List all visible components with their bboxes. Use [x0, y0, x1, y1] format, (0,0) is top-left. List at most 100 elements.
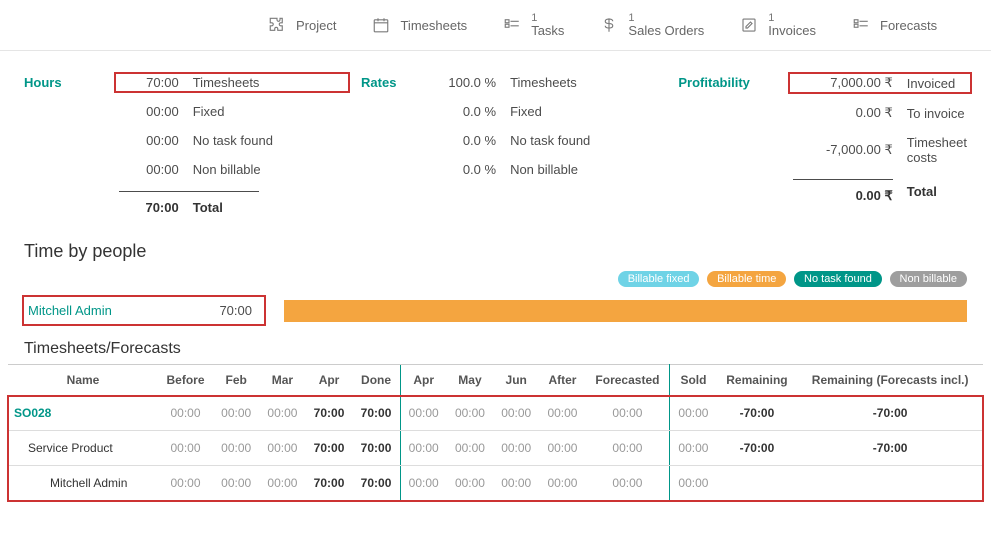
profit-toinvoice-value: 0.00 ₹ — [793, 105, 893, 121]
cell-feb: 00:00 — [213, 466, 259, 501]
hours-fixed-label: Fixed — [193, 104, 225, 119]
rates-nonbill-value: 0.0 % — [436, 162, 496, 177]
cell-before: 00:00 — [158, 431, 213, 466]
nav-tasks[interactable]: 1 Tasks — [485, 8, 582, 42]
rates-values-col: 100.0 % Timesheets 0.0 % Fixed 0.0 % No … — [436, 75, 662, 215]
cell-jun: 00:00 — [493, 466, 539, 501]
th-done: Done — [353, 365, 401, 396]
legend-billable-time[interactable]: Billable time — [707, 271, 786, 287]
profit-total-label: Total — [907, 184, 937, 199]
th-before: Before — [158, 365, 213, 396]
nav-tasks-label: Tasks — [531, 24, 564, 38]
nav-invoices[interactable]: 1 Invoices — [722, 8, 834, 42]
cell-after: 00:00 — [539, 466, 585, 501]
cell-forecasted: 00:00 — [586, 396, 670, 431]
cell-remaining: -70:00 — [717, 431, 798, 466]
cell-mar: 00:00 — [259, 431, 305, 466]
profit-invoiced-value: 7,000.00 ₹ — [793, 75, 893, 91]
hours-total-label: Total — [193, 200, 223, 215]
nav-forecasts[interactable]: Forecasts — [834, 12, 955, 38]
profit-tscosts-value: -7,000.00 ₹ — [793, 142, 893, 158]
th-may: May — [447, 365, 493, 396]
rates-timesheets-label: Timesheets — [510, 75, 577, 90]
profit-tscosts-label: Timesheet costs — [907, 135, 967, 165]
hours-heading-col: Hours — [24, 75, 103, 215]
cell-apr2: 00:00 — [400, 466, 447, 501]
profit-total-value: 0.00 ₹ — [793, 179, 893, 204]
cell-apr2: 00:00 — [400, 431, 447, 466]
nav-project-label: Project — [296, 18, 336, 33]
rates-fixed-value: 0.0 % — [436, 104, 496, 119]
th-feb: Feb — [213, 365, 259, 396]
profit-heading: Profitability — [678, 75, 776, 90]
cell-name[interactable]: Mitchell Admin — [8, 466, 158, 501]
nav-invoices-stack: 1 Invoices — [768, 12, 816, 38]
nav-timesheets-label: Timesheets — [400, 18, 467, 33]
rates-none-label: No task found — [510, 133, 590, 148]
hours-none-label: No task found — [193, 133, 273, 148]
cell-done: 70:00 — [353, 396, 401, 431]
cell-remaining — [717, 466, 798, 501]
hours-fixed-value: 00:00 — [119, 104, 179, 119]
people-hours: 70:00 — [219, 303, 252, 318]
cell-may: 00:00 — [447, 396, 493, 431]
th-jun: Jun — [493, 365, 539, 396]
nav-sales-label: Sales Orders — [628, 24, 704, 38]
top-nav: Project Timesheets 1 Tasks 1 Sales Order… — [0, 0, 991, 51]
hours-timesheets-label: Timesheets — [193, 75, 260, 90]
cell-apr: 70:00 — [306, 431, 353, 466]
legend-non-billable[interactable]: Non billable — [890, 271, 967, 287]
legend: Billable fixed Billable time No task fou… — [0, 270, 991, 287]
legend-no-task[interactable]: No task found — [794, 271, 882, 287]
rates-none-row: 0.0 % No task found — [436, 133, 662, 148]
profit-total-row: 0.00 ₹ Total — [793, 179, 967, 204]
nav-tasks-stack: 1 Tasks — [531, 12, 564, 38]
cell-feb: 00:00 — [213, 431, 259, 466]
cell-done: 70:00 — [353, 431, 401, 466]
th-forecasted: Forecasted — [586, 365, 670, 396]
th-apr2: Apr — [400, 365, 447, 396]
cell-remaining-fc — [797, 466, 983, 501]
edit-icon — [740, 16, 758, 34]
people-cell[interactable]: Mitchell Admin 70:00 — [24, 297, 264, 324]
cell-sold: 00:00 — [670, 466, 717, 501]
cell-name[interactable]: SO028 — [8, 396, 158, 431]
cell-name[interactable]: Service Product — [8, 431, 158, 466]
people-row: Mitchell Admin 70:00 — [24, 297, 967, 324]
summary-panel: Hours 70:00 Timesheets 00:00 Fixed 00:00… — [0, 51, 991, 223]
people-name: Mitchell Admin — [28, 303, 112, 318]
cell-before: 00:00 — [158, 466, 213, 501]
legend-billable-fixed[interactable]: Billable fixed — [618, 271, 700, 287]
nav-sales-orders[interactable]: 1 Sales Orders — [582, 8, 722, 42]
table-row: Mitchell Admin 00:00 00:00 00:00 70:00 7… — [8, 466, 983, 501]
cell-apr2: 00:00 — [400, 396, 447, 431]
hours-none-row: 00:00 No task found — [119, 133, 345, 148]
hours-nonbill-value: 00:00 — [119, 162, 179, 177]
cell-jun: 00:00 — [493, 431, 539, 466]
profit-heading-col: Profitability — [678, 75, 776, 215]
th-after: After — [539, 365, 585, 396]
hours-nonbill-label: Non billable — [193, 162, 261, 177]
nav-sales-stack: 1 Sales Orders — [628, 12, 704, 38]
puzzle-icon — [268, 16, 286, 34]
table-row: SO028 00:00 00:00 00:00 70:00 70:00 00:0… — [8, 396, 983, 431]
table-row: Service Product 00:00 00:00 00:00 70:00 … — [8, 431, 983, 466]
rates-fixed-label: Fixed — [510, 104, 542, 119]
nav-project[interactable]: Project — [250, 12, 354, 38]
th-sold: Sold — [670, 365, 717, 396]
cell-forecasted: 00:00 — [586, 431, 670, 466]
time-by-people-heading: Time by people — [24, 241, 991, 262]
ts-body: SO028 00:00 00:00 00:00 70:00 70:00 00:0… — [8, 396, 983, 501]
cell-forecasted: 00:00 — [586, 466, 670, 501]
cell-mar: 00:00 — [259, 396, 305, 431]
cell-remaining-fc: -70:00 — [797, 396, 983, 431]
rates-nonbill-row: 0.0 % Non billable — [436, 162, 662, 177]
rates-timesheets-value: 100.0 % — [436, 75, 496, 90]
cell-may: 00:00 — [447, 466, 493, 501]
cell-apr: 70:00 — [306, 466, 353, 501]
cell-may: 00:00 — [447, 431, 493, 466]
nav-timesheets[interactable]: Timesheets — [354, 12, 485, 38]
profit-values-col: 7,000.00 ₹ Invoiced 0.00 ₹ To invoice -7… — [793, 75, 967, 215]
rates-fixed-row: 0.0 % Fixed — [436, 104, 662, 119]
ts-heading: Timesheets/Forecasts — [24, 340, 991, 358]
